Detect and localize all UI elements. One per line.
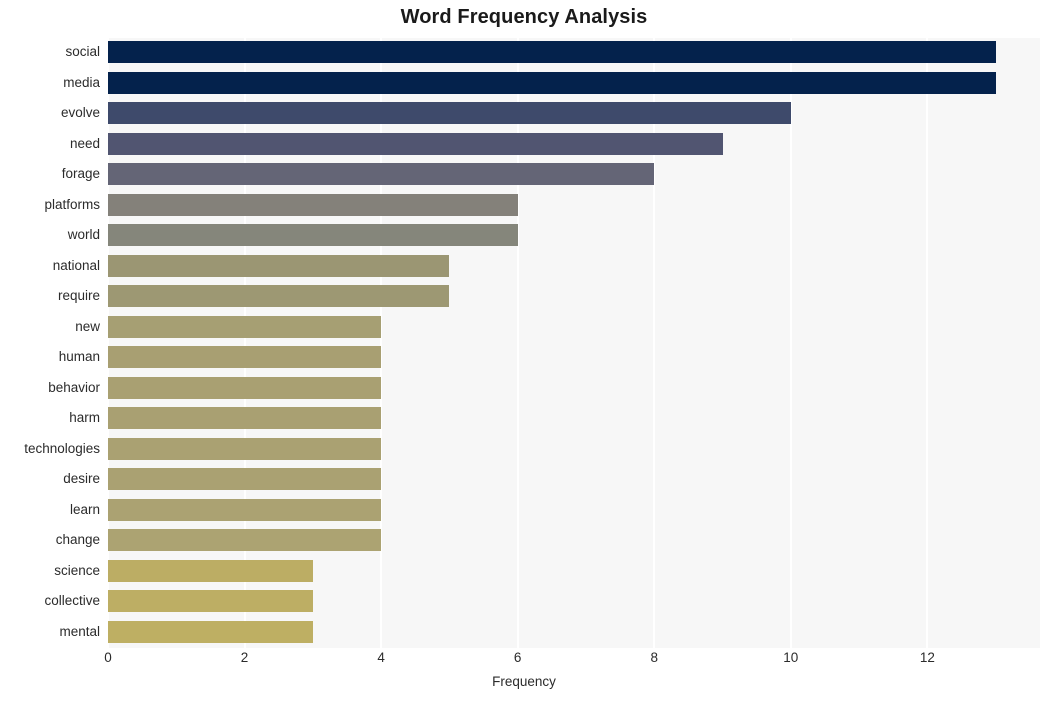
y-tick-label-learn: learn [69,501,100,517]
y-tick-label-desire: desire [63,471,100,486]
bar-platforms[interactable] [108,193,518,216]
y-tick-label-collective: collective [44,593,100,608]
bar-social[interactable] [108,41,996,64]
y-tick-label-human: human [58,349,100,364]
bar-human[interactable] [108,346,382,369]
bar-science[interactable] [108,559,313,582]
bar-row [108,343,1040,371]
bar-require[interactable] [108,285,450,308]
bar-row [108,191,1040,219]
x-tick-label-8: 8 [650,650,658,665]
bar-row [108,496,1040,524]
bar-row [108,404,1040,432]
y-tick-label-national: national [52,257,100,273]
y-tick-label-require: require [57,288,100,303]
bar-forage[interactable] [108,163,655,186]
y-tick-label-technologies: technologies [24,440,100,456]
y-tick-label-behavior: behavior [48,379,100,395]
y-tick-label-forage: forage [61,166,100,181]
bar-row [108,69,1040,97]
bar-row [108,221,1040,249]
bar-row [108,252,1040,280]
bar-harm[interactable] [108,407,382,430]
y-tick-label-platforms: platforms [44,196,100,212]
bar-mental[interactable] [108,620,313,643]
bar-row [108,160,1040,188]
y-tick-label-need: need [69,135,100,151]
bar-learn[interactable] [108,498,382,521]
bar-row [108,99,1040,127]
plot-area [107,38,1040,648]
bar-desire[interactable] [108,468,382,491]
y-tick-label-harm: harm [69,410,100,425]
y-tick-label-world: world [67,227,100,242]
bar-technologies[interactable] [108,437,382,460]
y-axis-labels: social media evolve need forage platforms worl… [0,38,100,648]
bar-behavior[interactable] [108,376,382,399]
y-tick-label-change: change [55,532,100,547]
x-axis-title: Frequency [492,674,556,689]
y-tick-label-mental: mental [59,623,100,639]
bar-change[interactable] [108,529,382,552]
bar-collective[interactable] [108,590,313,613]
word-frequency-chart: Word Frequency Analysis social media evolv… [0,0,1048,701]
bar-media[interactable] [108,71,996,94]
bars-group [108,38,1040,648]
bar-national[interactable] [108,254,450,277]
bar-row [108,526,1040,554]
bar-row [108,313,1040,341]
bar-row [108,282,1040,310]
bar-row [108,130,1040,158]
x-tick-label-2: 2 [240,650,249,665]
bar-world[interactable] [108,224,518,247]
bar-row [108,374,1040,402]
y-tick-label-evolve: evolve [60,105,100,120]
bar-row [108,618,1040,646]
bar-new[interactable] [108,315,382,338]
y-tick-label-social: social [65,44,100,59]
bar-row [108,557,1040,585]
bar-row [108,435,1040,463]
x-tick-label-10: 10 [783,650,799,665]
x-tick-label-0: 0 [104,650,112,665]
y-tick-label-new: new [75,318,100,334]
bar-need[interactable] [108,132,723,155]
x-tick-label-4: 4 [377,650,385,665]
y-tick-label-media: media [63,74,100,90]
bar-evolve[interactable] [108,102,791,125]
chart-title: Word Frequency Analysis [400,6,648,28]
x-tick-label-6: 6 [513,650,522,665]
bar-row [108,587,1040,615]
bar-row [108,465,1040,493]
y-tick-label-science: science [54,562,100,578]
bar-row [108,38,1040,66]
x-tick-label-12: 12 [919,650,935,665]
